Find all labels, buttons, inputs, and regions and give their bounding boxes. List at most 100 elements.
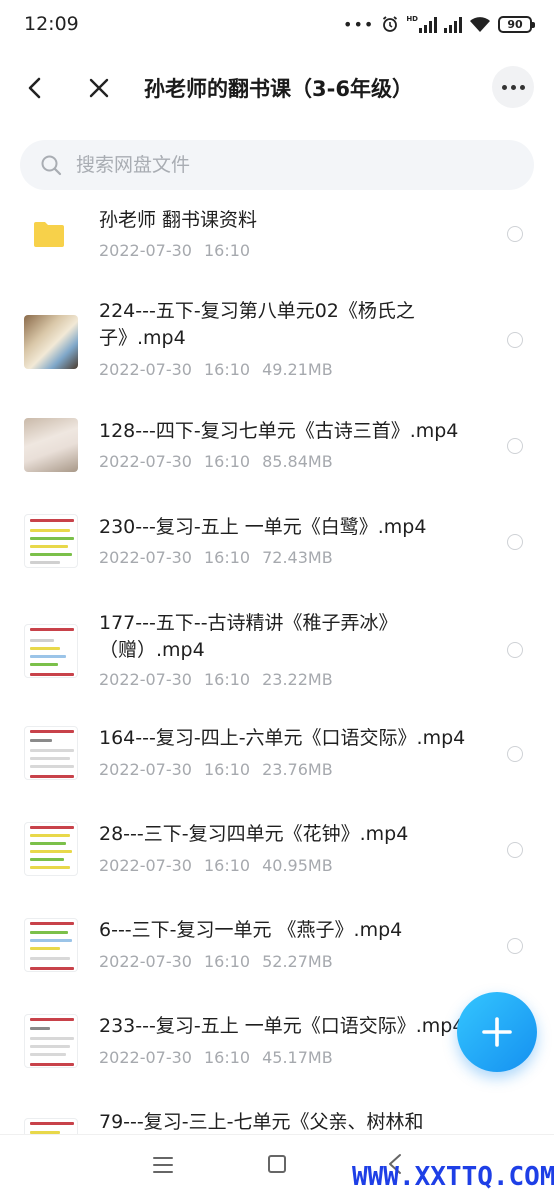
video-thumbnail <box>24 1014 78 1068</box>
file-name: 233---复习-五上 一单元《口语交际》.mp4 <box>99 1015 465 1037</box>
list-item[interactable]: 224---五下-复习第八单元02《杨氏之子》.mp4 2022-07-30 16… <box>0 292 554 414</box>
file-size: 72.43MB <box>262 548 333 567</box>
file-meta: 2022-07-30 16:10 85.84MB <box>99 452 333 471</box>
page-title: 孙老师的翻书课（3-6年级） <box>144 77 413 101</box>
file-time: 16:10 <box>203 452 251 471</box>
file-meta: 2022-07-30 16:10 40.95MB <box>99 856 333 875</box>
list-item[interactable]: 28---三下-复习四单元《花钟》.mp4 2022-07-30 16:10 40.… <box>0 822 554 918</box>
file-time: 16:10 <box>203 548 251 567</box>
file-date: 2022-07-30 <box>99 548 192 567</box>
chevron-left-icon <box>28 77 41 99</box>
file-meta: 2022-07-30 16:10 23.76MB <box>99 760 333 779</box>
file-size: 52.27MB <box>262 952 333 971</box>
list-item[interactable]: 177---五下--古诗精讲《稚子弄冰》（赠）.mp4 2022-07-30 16… <box>0 606 554 726</box>
video-thumbnail <box>24 624 78 678</box>
back-button[interactable] <box>18 70 50 106</box>
menu-icon[interactable] <box>152 1155 174 1175</box>
alarm-icon <box>381 15 399 33</box>
video-thumbnail <box>24 726 78 780</box>
wifi-icon <box>469 15 491 33</box>
search-input[interactable] <box>76 154 476 176</box>
select-radio[interactable] <box>507 938 523 954</box>
file-size: 40.95MB <box>262 856 333 875</box>
home-icon[interactable] <box>268 1155 286 1173</box>
select-radio[interactable] <box>507 642 523 658</box>
list-item[interactable]: 128---四下-复习七单元《古诗三首》.mp4 2022-07-30 16:10… <box>0 414 554 510</box>
file-name: 128---四下-复习七单元《古诗三首》.mp4 <box>99 420 459 442</box>
video-thumbnail <box>24 315 78 369</box>
list-item[interactable]: 孙老师 翻书课资料 2022-07-30 16:10 <box>0 196 554 292</box>
file-date: 2022-07-30 <box>99 760 192 779</box>
file-time: 16:10 <box>203 241 251 260</box>
file-name: 230---复习-五上 一单元《白鹭》.mp4 <box>99 516 427 538</box>
more-dot-icon <box>510 84 516 90</box>
close-button[interactable] <box>82 70 116 106</box>
add-fab-button[interactable] <box>457 992 537 1072</box>
file-name: 164---复习-四上-六单元《口语交际》.mp4 <box>99 727 466 749</box>
more-notifications-icon: ••• <box>343 14 375 34</box>
file-meta: 2022-07-30 16:10 <box>99 241 250 260</box>
plus-icon <box>482 1017 512 1047</box>
file-date: 2022-07-30 <box>99 1048 192 1067</box>
search-bar[interactable] <box>20 140 534 190</box>
file-time: 16:10 <box>203 760 251 779</box>
close-icon <box>89 78 109 98</box>
file-time: 16:10 <box>203 952 251 971</box>
battery-icon: 90 <box>498 15 535 33</box>
file-size: 23.76MB <box>262 760 333 779</box>
status-icons: ••• HD 90 <box>343 14 535 34</box>
select-radio[interactable] <box>507 438 523 454</box>
more-dot-icon <box>519 84 525 90</box>
video-thumbnail <box>24 918 78 972</box>
select-radio[interactable] <box>507 332 523 348</box>
file-size: 45.17MB <box>262 1048 333 1067</box>
file-meta: 2022-07-30 16:10 45.17MB <box>99 1048 333 1067</box>
header: 孙老师的翻书课（3-6年级） <box>0 56 554 120</box>
file-date: 2022-07-30 <box>99 452 192 471</box>
file-meta: 2022-07-30 16:10 72.43MB <box>99 548 333 567</box>
video-thumbnail <box>24 514 78 568</box>
file-time: 16:10 <box>203 360 251 379</box>
hd-label: HD <box>406 15 418 23</box>
signal-hd-icon: HD <box>406 15 437 33</box>
file-date: 2022-07-30 <box>99 241 192 260</box>
video-thumbnail <box>24 418 78 472</box>
file-name: 28---三下-复习四单元《花钟》.mp4 <box>99 823 409 845</box>
file-date: 2022-07-30 <box>99 856 192 875</box>
more-dot-icon <box>501 84 507 90</box>
file-name: 79---复习-三上-七单元《父亲、树林和 <box>99 1111 424 1133</box>
file-list[interactable]: 孙老师 翻书课资料 2022-07-30 16:10 224---五下-复习第八单… <box>0 196 554 1136</box>
file-date: 2022-07-30 <box>99 670 192 689</box>
file-meta: 2022-07-30 16:10 52.27MB <box>99 952 333 971</box>
file-name: 224---五下-复习第八单元02《杨氏之子》.mp4 <box>99 300 415 349</box>
file-size: 85.84MB <box>262 452 333 471</box>
folder-icon <box>34 222 64 247</box>
file-size: 23.22MB <box>262 670 333 689</box>
watermark-text: WWW.XXTTQ.COM <box>352 1162 554 1192</box>
search-icon <box>41 155 62 176</box>
file-name: 177---五下--古诗精讲《稚子弄冰》（赠）.mp4 <box>99 612 398 661</box>
list-item[interactable]: 230---复习-五上 一单元《白鹭》.mp4 2022-07-30 16:10 7… <box>0 510 554 606</box>
status-bar: 12:09 ••• HD 90 <box>0 0 554 48</box>
status-time: 12:09 <box>24 13 79 35</box>
file-size: 49.21MB <box>262 360 333 379</box>
file-time: 16:10 <box>203 670 251 689</box>
file-meta: 2022-07-30 16:10 49.21MB <box>99 360 333 379</box>
file-time: 16:10 <box>203 1048 251 1067</box>
select-radio[interactable] <box>507 226 523 242</box>
select-radio[interactable] <box>507 842 523 858</box>
file-date: 2022-07-30 <box>99 360 192 379</box>
file-name: 孙老师 翻书课资料 <box>99 209 258 231</box>
signal-icon <box>444 15 462 33</box>
list-item[interactable]: 79---复习-三上-七单元《父亲、树林和 <box>0 1110 554 1136</box>
list-item[interactable]: 164---复习-四上-六单元《口语交际》.mp4 2022-07-30 16:1… <box>0 726 554 822</box>
file-meta: 2022-07-30 16:10 23.22MB <box>99 670 333 689</box>
file-time: 16:10 <box>203 856 251 875</box>
more-options-button[interactable] <box>492 66 534 108</box>
video-thumbnail <box>24 822 78 876</box>
list-item[interactable]: 6---三下-复习一单元 《燕子》.mp4 2022-07-30 16:10 52.… <box>0 918 554 1014</box>
select-radio[interactable] <box>507 746 523 762</box>
file-name: 6---三下-复习一单元 《燕子》.mp4 <box>99 919 403 941</box>
select-radio[interactable] <box>507 534 523 550</box>
file-date: 2022-07-30 <box>99 952 192 971</box>
